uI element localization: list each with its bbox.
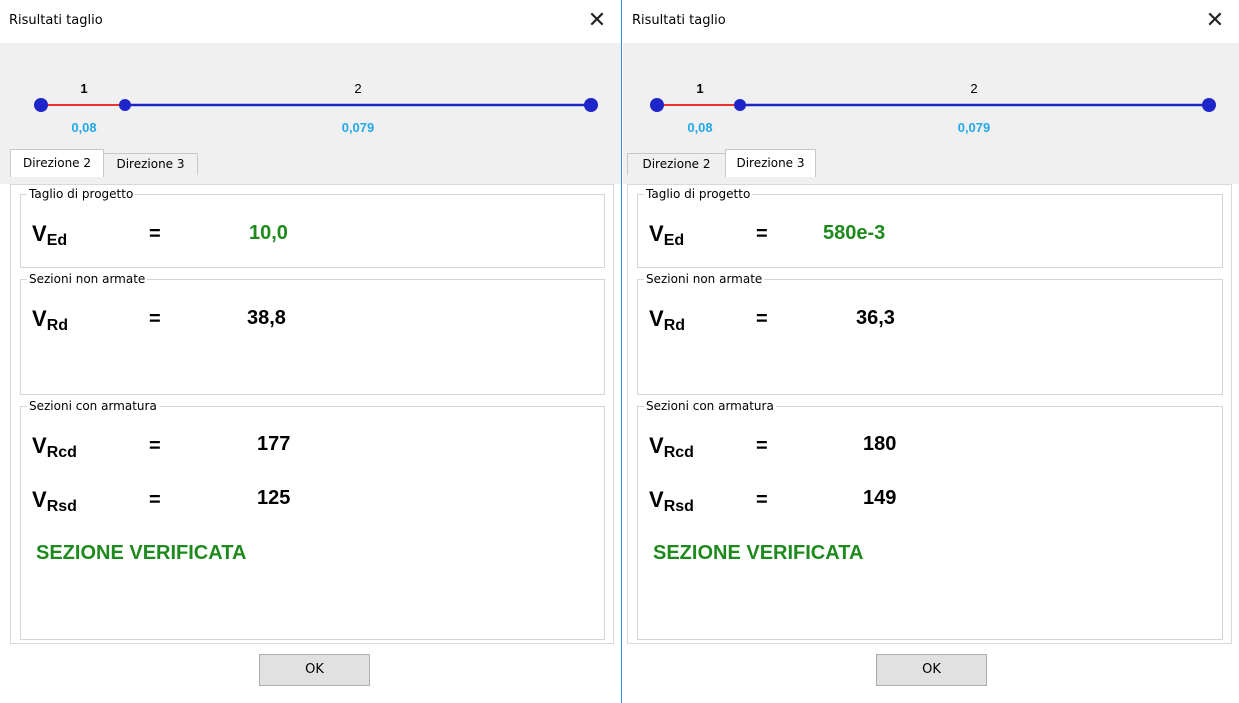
tab-direzione-3[interactable]: Direzione 3: [725, 149, 816, 177]
value-v-ed: 580e-3: [823, 222, 886, 244]
segment-label-1: 1: [80, 81, 87, 96]
segment-label-2: 2: [970, 81, 977, 96]
group-legend: Taglio di progetto: [27, 186, 136, 202]
symbol-v-ed: VEd: [649, 221, 685, 249]
equals-sign: =: [149, 435, 161, 457]
tab-content: Taglio di progetto VEd = 10,0 Sezioni no…: [10, 184, 614, 644]
segment-label-2: 2: [354, 81, 361, 96]
group-legend: Taglio di progetto: [644, 186, 753, 202]
equals-sign: =: [756, 223, 768, 245]
equals-sign: =: [149, 223, 161, 245]
group-taglio-di-progetto: Taglio di progetto VEd = 10,0: [20, 186, 605, 268]
title-bar: Risultati taglio ✕: [0, 0, 621, 43]
close-icon[interactable]: ✕: [584, 6, 610, 36]
beam-diagram: 1 2 0,08 0,079: [650, 81, 1216, 135]
value-v-rcd: 180: [863, 433, 897, 455]
ok-button[interactable]: OK: [876, 654, 987, 686]
segment-value-2: 0,079: [958, 120, 991, 135]
group-sezioni-con-armatura: Sezioni con armatura VRcd = 180 VRsd = 1…: [637, 398, 1223, 640]
group-legend: Sezioni non armate: [644, 271, 765, 287]
symbol-v-rsd: VRsd: [32, 487, 77, 515]
value-v-rd: 38,8: [247, 307, 286, 329]
symbol-v-rd: VRd: [32, 306, 69, 334]
value-v-rsd: 149: [863, 487, 897, 509]
equals-sign: =: [149, 489, 161, 511]
symbol-v-ed: VEd: [32, 221, 68, 249]
value-v-rd: 36,3: [856, 307, 895, 329]
tab-content: Taglio di progetto VEd = 580e-3 Sezioni …: [627, 184, 1232, 644]
group-legend: Sezioni con armatura: [644, 398, 776, 414]
beam-node-middle: [734, 99, 746, 111]
shear-results-window-left: Risultati taglio ✕ 1 2 0,08 0,079 Direzi…: [0, 0, 622, 703]
value-v-ed: 10,0: [249, 222, 288, 244]
group-taglio-di-progetto: Taglio di progetto VEd = 580e-3: [637, 186, 1223, 268]
group-legend: Sezioni con armatura: [27, 398, 159, 414]
tab-direzione-3[interactable]: Direzione 3: [103, 153, 198, 175]
beam-diagram-area: 1 2 0,08 0,079 Direzione 2 Direzione 3: [623, 43, 1239, 184]
beam-node-end: [1202, 98, 1216, 112]
tab-direzione-2[interactable]: Direzione 2: [627, 153, 726, 175]
symbol-v-rsd: VRsd: [649, 487, 694, 515]
beam-node-start: [34, 98, 48, 112]
tab-direzione-2[interactable]: Direzione 2: [10, 149, 104, 177]
symbol-v-rcd: VRcd: [649, 433, 694, 461]
equals-sign: =: [149, 308, 161, 330]
beam-diagram-area: 1 2 0,08 0,079 Direzione 2 Direzione 3: [0, 43, 621, 184]
beam-node-middle: [119, 99, 131, 111]
verification-status: SEZIONE VERIFICATA: [36, 542, 247, 564]
equals-sign: =: [756, 435, 768, 457]
ok-button[interactable]: OK: [259, 654, 370, 686]
group-sezioni-con-armatura: Sezioni con armatura VRcd = 177 VRsd = 1…: [20, 398, 605, 640]
beam-node-start: [650, 98, 664, 112]
shear-results-window-right: Risultati taglio ✕ 1 2 0,08 0,079 Direzi…: [623, 0, 1239, 703]
segment-value-2: 0,079: [342, 120, 375, 135]
group-sezioni-non-armate: Sezioni non armate VRd = 36,3: [637, 271, 1223, 395]
beam-node-end: [584, 98, 598, 112]
group-sezioni-non-armate: Sezioni non armate VRd = 38,8: [20, 271, 605, 395]
segment-value-1: 0,08: [71, 120, 96, 135]
segment-label-1: 1: [696, 81, 703, 96]
window-title: Risultati taglio: [9, 13, 103, 28]
symbol-v-rcd: VRcd: [32, 433, 77, 461]
value-v-rcd: 177: [257, 433, 291, 455]
segment-value-1: 0,08: [687, 120, 712, 135]
equals-sign: =: [756, 308, 768, 330]
title-bar: Risultati taglio ✕: [623, 0, 1239, 43]
group-legend: Sezioni non armate: [27, 271, 148, 287]
value-v-rsd: 125: [257, 487, 291, 509]
equals-sign: =: [756, 489, 768, 511]
close-icon[interactable]: ✕: [1202, 6, 1228, 36]
beam-diagram: 1 2 0,08 0,079: [34, 81, 598, 135]
window-title: Risultati taglio: [632, 13, 726, 28]
symbol-v-rd: VRd: [649, 306, 686, 334]
verification-status: SEZIONE VERIFICATA: [653, 542, 864, 564]
